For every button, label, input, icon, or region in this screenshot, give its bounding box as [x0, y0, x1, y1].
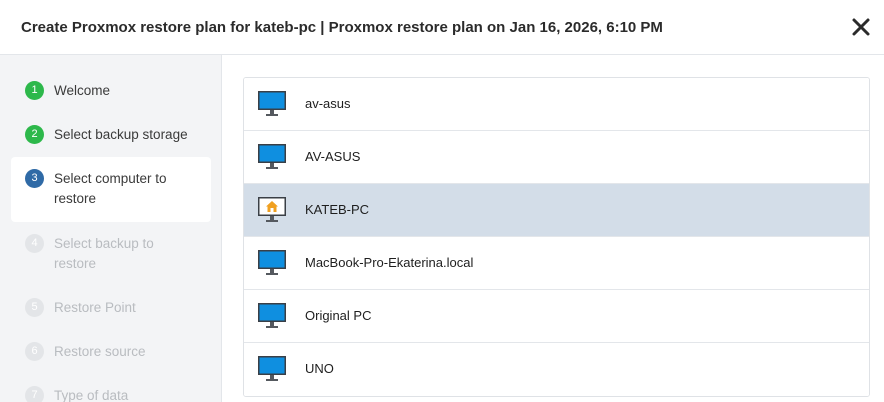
- computer-row[interactable]: Original PC: [244, 290, 869, 343]
- step-label: Restore Point: [54, 300, 136, 315]
- step-select-backup: 4 Select backup to restore: [11, 234, 211, 274]
- computer-row[interactable]: AV-ASUS: [244, 131, 869, 184]
- wizard-steps-sidebar: 1 Welcome 2 Select backup storage 3 Sele…: [0, 55, 222, 402]
- dialog-header: Create Proxmox restore plan for kateb-pc…: [0, 0, 884, 55]
- computer-name: MacBook-Pro-Ekaterina.local: [305, 255, 474, 270]
- step-label: Welcome: [54, 83, 111, 98]
- step-number: 6: [25, 342, 44, 361]
- step-label: Restore source: [54, 344, 146, 359]
- step-label: Select backup storage: [54, 127, 188, 142]
- step-welcome[interactable]: 1 Welcome: [11, 81, 211, 101]
- step-number: 5: [25, 298, 44, 317]
- step-restore-source: 6 Restore source: [11, 342, 211, 362]
- step-label: Select computer to restore: [54, 171, 167, 206]
- computer-selection-panel: av-asus AV-ASUS KATEB-PC MacBook-Pro-Eka…: [222, 55, 884, 402]
- close-icon[interactable]: [850, 16, 872, 38]
- step-number: 4: [25, 234, 44, 253]
- computer-row[interactable]: UNO: [244, 343, 869, 396]
- step-label: Select backup to restore: [54, 236, 154, 271]
- step-label: Type of data: [54, 388, 129, 402]
- computer-name: KATEB-PC: [305, 202, 370, 217]
- step-number: 3: [25, 169, 44, 188]
- step-type-of-data: 7 Type of data: [11, 386, 211, 402]
- step-number: 1: [25, 81, 44, 100]
- computer-name: Original PC: [305, 308, 372, 323]
- monitor-icon: [258, 250, 286, 275]
- step-select-computer[interactable]: 3 Select computer to restore: [11, 157, 211, 222]
- computer-row[interactable]: MacBook-Pro-Ekaterina.local: [244, 237, 869, 290]
- monitor-icon: [258, 356, 286, 381]
- monitor-icon: [258, 144, 286, 169]
- dialog-title: Create Proxmox restore plan for kateb-pc…: [21, 19, 663, 36]
- close-button[interactable]: [850, 16, 872, 38]
- computer-name: UNO: [305, 361, 334, 376]
- computer-name: av-asus: [305, 96, 351, 111]
- step-select-backup-storage[interactable]: 2 Select backup storage: [11, 125, 211, 145]
- step-number: 2: [25, 125, 44, 144]
- monitor-icon: [258, 303, 286, 328]
- computer-name: AV-ASUS: [305, 149, 361, 164]
- home-monitor-icon: [258, 197, 286, 222]
- step-restore-point: 5 Restore Point: [11, 298, 211, 318]
- computer-row-selected[interactable]: KATEB-PC: [244, 184, 869, 237]
- monitor-icon: [258, 91, 286, 116]
- step-number: 7: [25, 386, 44, 402]
- computer-list: av-asus AV-ASUS KATEB-PC MacBook-Pro-Eka…: [243, 77, 870, 397]
- computer-row[interactable]: av-asus: [244, 78, 869, 131]
